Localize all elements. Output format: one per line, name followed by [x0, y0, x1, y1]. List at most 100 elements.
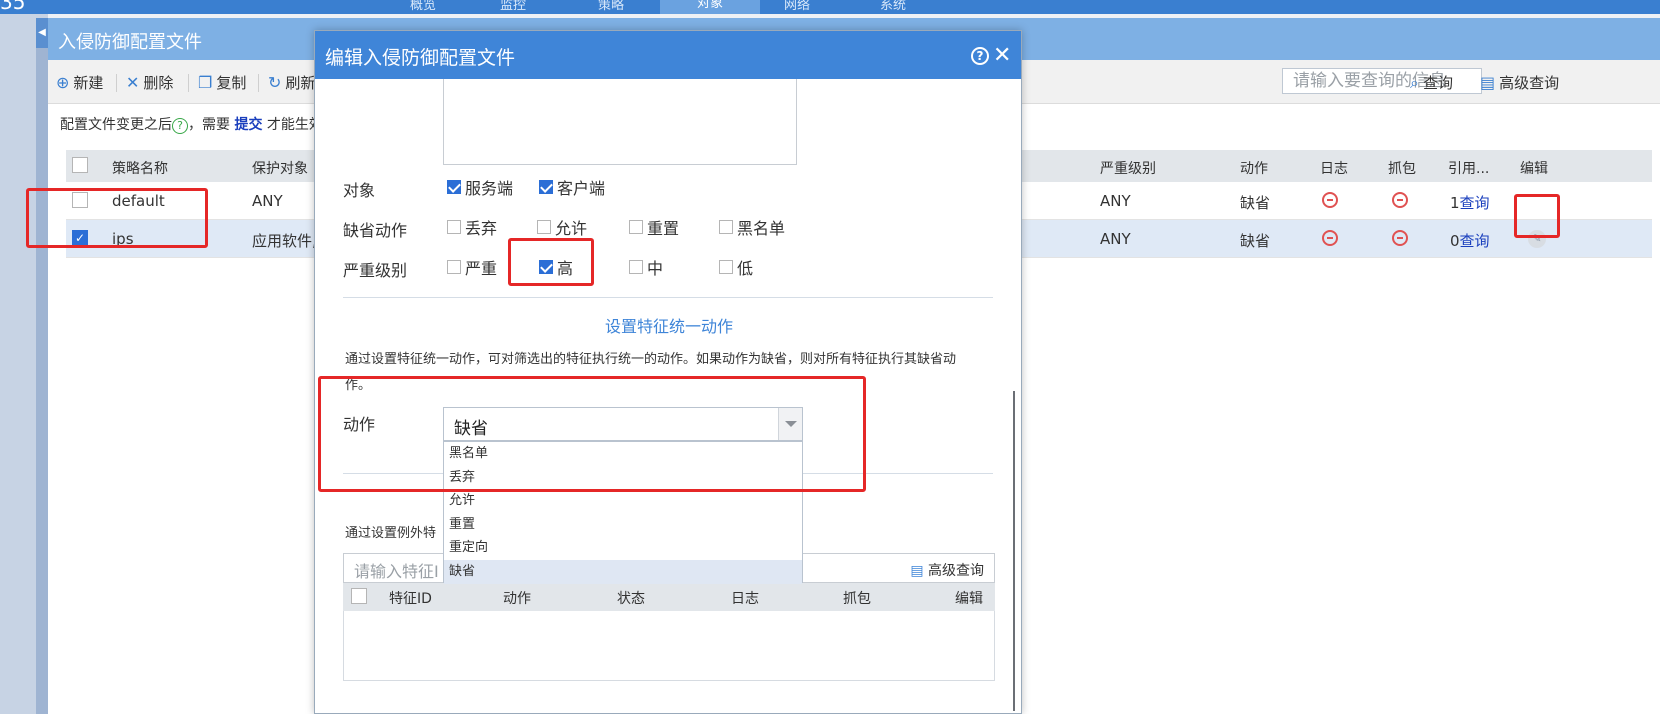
- row-target: ANY: [252, 192, 283, 210]
- row-ref: 0查询: [1450, 230, 1490, 251]
- default-action-blacklist-checkbox[interactable]: 黑名单: [719, 215, 785, 239]
- highlight-ips-row: [26, 188, 208, 248]
- capture-disabled-icon[interactable]: [1392, 230, 1408, 246]
- checkbox-unchecked[interactable]: [719, 260, 733, 274]
- refresh-button[interactable]: ↻ 刷新: [268, 72, 315, 93]
- log-disabled-icon[interactable]: [1322, 192, 1338, 208]
- nav-tab-overview[interactable]: 概览: [410, 0, 436, 13]
- section-divider: [343, 297, 993, 298]
- checkbox-unchecked[interactable]: [447, 260, 461, 274]
- exc-col-action[interactable]: 动作: [503, 588, 531, 608]
- client-label: 客户端: [557, 179, 606, 198]
- exception-select-all-checkbox[interactable]: [351, 588, 367, 604]
- col-action[interactable]: 动作: [1240, 158, 1268, 178]
- toolbar-divider: [116, 74, 117, 92]
- collapse-sidebar-icon[interactable]: ◀: [36, 18, 48, 48]
- col-name[interactable]: 策略名称: [112, 158, 168, 178]
- row-ref: 1查询: [1450, 192, 1490, 213]
- row-action: 缺省: [1240, 232, 1271, 250]
- severity-label: 严重级别: [343, 261, 408, 280]
- nav-tab-system[interactable]: 系统: [880, 0, 906, 13]
- notice-prefix: 配置文件变更之后: [60, 117, 172, 133]
- ref-query-link[interactable]: 查询: [1460, 232, 1490, 250]
- checkbox-unchecked[interactable]: [537, 220, 551, 234]
- default-action-reset-checkbox[interactable]: 重置: [629, 215, 679, 239]
- copy-icon: ❐: [198, 73, 213, 92]
- exception-table-header: 特征ID 动作 状态 日志 抓包 编辑: [343, 583, 995, 611]
- exception-table-body: [343, 611, 995, 681]
- select-all-checkbox[interactable]: [72, 157, 88, 173]
- exception-advanced-query-button[interactable]: ▤ 高级查询: [910, 560, 984, 580]
- low-label: 低: [737, 259, 754, 278]
- help-icon[interactable]: ?: [172, 118, 188, 134]
- dropdown-option-default[interactable]: 缺省: [444, 559, 802, 584]
- exception-adv-label: 高级查询: [928, 563, 984, 579]
- query-button[interactable]: ⌕ 查询: [1410, 72, 1453, 93]
- dropdown-option-allow[interactable]: 允许: [444, 489, 802, 513]
- default-action-allow-checkbox[interactable]: 允许: [537, 215, 587, 239]
- help-icon[interactable]: ?: [971, 47, 989, 65]
- col-capture[interactable]: 抓包: [1388, 158, 1416, 178]
- advanced-query-button[interactable]: ▤ 高级查询: [1480, 72, 1559, 93]
- reset-label: 重置: [647, 219, 680, 238]
- default-action-drop-checkbox[interactable]: 丢弃: [447, 215, 497, 239]
- delete-button[interactable]: ✕ 删除: [126, 72, 173, 93]
- top-nav-bar: 35 概览 监控 策略 对象 网络 系统: [0, 0, 1660, 20]
- advanced-search-icon: ▤: [1480, 73, 1496, 92]
- checkbox-unchecked[interactable]: [447, 220, 461, 234]
- close-icon[interactable]: ✕: [993, 43, 1011, 68]
- panel-title: 入侵防御配置文件: [58, 32, 202, 53]
- unify-section-title: 设置特征统一动作: [604, 317, 733, 336]
- row-action: 缺省: [1240, 194, 1271, 212]
- delete-label: 删除: [143, 74, 174, 92]
- refresh-label: 刷新: [285, 74, 316, 92]
- checkbox-unchecked[interactable]: [719, 220, 733, 234]
- exc-col-capture[interactable]: 抓包: [843, 588, 871, 608]
- copy-button[interactable]: ❐ 复制: [198, 72, 246, 93]
- row-severity: ANY: [1100, 192, 1131, 210]
- dropdown-option-redirect[interactable]: 重定向: [444, 536, 802, 560]
- allow-label: 允许: [555, 219, 588, 238]
- object-server-checkbox[interactable]: 服务端: [447, 175, 513, 199]
- nav-tab-monitor[interactable]: 监控: [500, 0, 526, 13]
- col-severity[interactable]: 严重级别: [1100, 158, 1156, 178]
- dropdown-option-reset[interactable]: 重置: [444, 513, 802, 537]
- search-icon: ⌕: [1410, 72, 1419, 92]
- app-logo: 35: [0, 0, 26, 14]
- exc-col-log[interactable]: 日志: [731, 588, 759, 608]
- drop-label: 丢弃: [465, 219, 498, 238]
- advanced-search-icon: ▤: [910, 563, 928, 579]
- capture-disabled-icon[interactable]: [1392, 192, 1408, 208]
- medium-label: 中: [647, 259, 664, 278]
- query-label: 查询: [1422, 74, 1453, 92]
- dialog-title: 编辑入侵防御配置文件: [325, 47, 516, 69]
- critical-label: 严重: [465, 259, 498, 278]
- checkbox-unchecked[interactable]: [629, 220, 643, 234]
- checkbox-checked[interactable]: [447, 180, 461, 194]
- object-client-checkbox[interactable]: 客户端: [539, 175, 605, 199]
- submit-link[interactable]: 提交: [234, 117, 262, 133]
- ref-query-link[interactable]: 查询: [1460, 194, 1490, 212]
- severity-critical-checkbox[interactable]: 严重: [447, 255, 497, 279]
- highlight-severity-high: [508, 238, 594, 286]
- checkbox-unchecked[interactable]: [629, 260, 643, 274]
- col-log[interactable]: 日志: [1320, 158, 1348, 178]
- severity-low-checkbox[interactable]: 低: [719, 255, 753, 279]
- checkbox-checked[interactable]: [539, 180, 553, 194]
- description-textarea[interactable]: [443, 79, 797, 165]
- log-disabled-icon[interactable]: [1322, 230, 1338, 246]
- col-target[interactable]: 保护对象: [252, 158, 308, 178]
- new-button[interactable]: ⊕ 新建: [56, 72, 103, 93]
- severity-medium-checkbox[interactable]: 中: [629, 255, 663, 279]
- nav-tab-network[interactable]: 网络: [784, 0, 810, 13]
- exc-col-status[interactable]: 状态: [617, 588, 645, 608]
- dialog-scrollbar[interactable]: [1013, 391, 1015, 711]
- dialog-header: 编辑入侵防御配置文件 ? ✕: [315, 31, 1021, 79]
- col-ref[interactable]: 引用...: [1448, 158, 1489, 178]
- edit-profile-dialog: 编辑入侵防御配置文件 ? ✕ 对象 服务端 客户端 缺省动作 丢弃 允许 重置: [314, 30, 1022, 714]
- close-icon: ✕: [126, 73, 140, 92]
- exc-col-id[interactable]: 特征ID: [389, 588, 432, 608]
- ref-count: 0: [1450, 232, 1460, 250]
- refresh-icon: ↻: [268, 73, 282, 92]
- nav-tab-policy[interactable]: 策略: [598, 0, 624, 13]
